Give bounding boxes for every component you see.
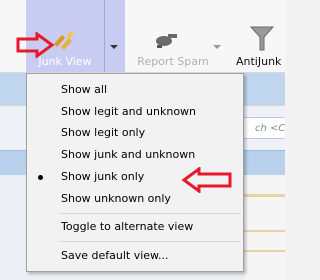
background-row-highlight <box>244 230 285 232</box>
menu-item-show-legit-only[interactable]: Show legit only <box>27 122 243 144</box>
dropdown-caret-icon <box>213 45 221 49</box>
menu-item-show-junk-and-unknown[interactable]: Show junk and unknown <box>27 144 243 166</box>
antijunk-button[interactable]: AntiJunk <box>236 0 296 72</box>
antijunk-label: AntiJunk <box>236 55 282 68</box>
antijunk-funnel-icon <box>250 26 274 51</box>
background-search-box[interactable]: ch <Ctrl <box>240 117 285 139</box>
menu-item-label: Show legit and unknown <box>61 105 197 118</box>
menu-item-label: Show junk and unknown <box>61 148 196 161</box>
junk-view-dropdown-button[interactable] <box>104 0 125 72</box>
background-message-list-edge <box>244 175 285 280</box>
menu-item-save-default-view[interactable]: Save default view... <box>27 245 243 267</box>
annotation-arrow-icon <box>16 32 55 58</box>
annotation-arrow-icon <box>181 167 232 193</box>
menu-item-toggle-alternate-view[interactable]: Toggle to alternate view <box>27 216 243 238</box>
menu-item-label: Save default view... <box>61 249 169 262</box>
menu-item-label: Show unknown only <box>61 192 171 205</box>
menu-item-label: Toggle to alternate view <box>61 220 194 233</box>
menu-separator <box>59 213 241 214</box>
menu-item-label: Show all <box>61 83 108 96</box>
radio-bullet-icon <box>38 175 43 180</box>
report-spam-icon <box>156 34 177 48</box>
menu-item-show-all[interactable]: Show all <box>27 79 243 101</box>
report-spam-dropdown-button[interactable] <box>208 0 226 72</box>
menu-item-label: Show junk only <box>61 170 145 183</box>
report-spam-label: Report Spam <box>137 55 209 68</box>
junk-view-icon <box>54 31 74 50</box>
background-row-highlight <box>244 250 285 252</box>
menu-item-label: Show legit only <box>61 126 146 139</box>
dropdown-caret-icon <box>110 45 118 49</box>
background-row-highlight <box>244 194 285 197</box>
menu-item-show-legit-and-unknown[interactable]: Show legit and unknown <box>27 101 243 123</box>
menu-separator <box>59 241 241 242</box>
report-spam-button[interactable]: Report Spam <box>128 0 218 72</box>
